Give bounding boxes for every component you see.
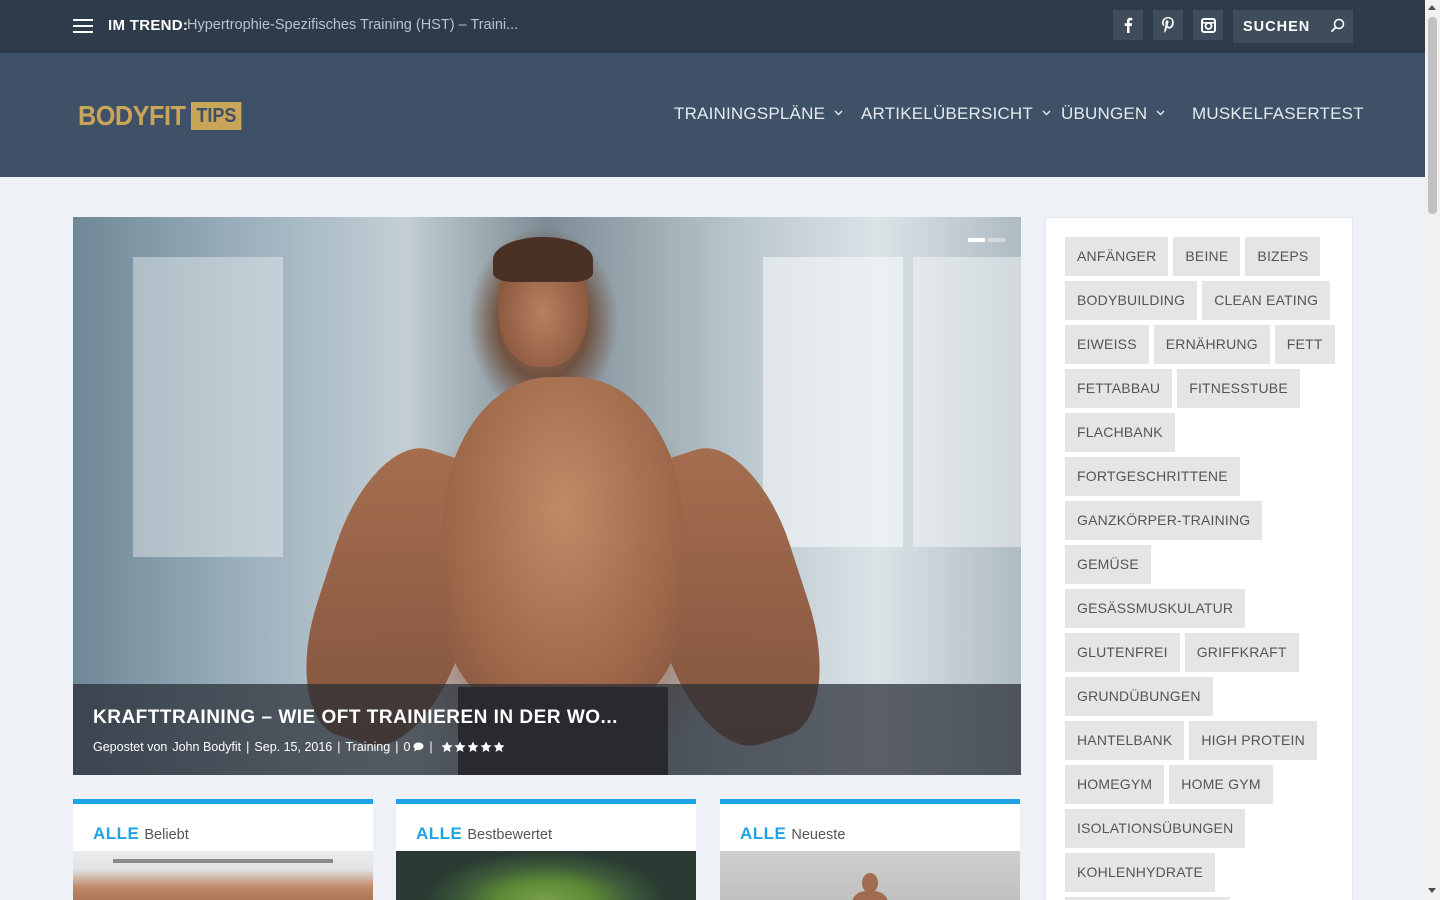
author-link[interactable]: John Bodyfit	[172, 740, 241, 754]
tag-link[interactable]: CLEAN EATING	[1202, 281, 1331, 320]
page-scrollbar[interactable]	[1425, 0, 1440, 900]
tag-link[interactable]: BIZEPS	[1245, 237, 1321, 276]
tag-link[interactable]: FITNESSTUBE	[1177, 369, 1300, 408]
chevron-down-icon	[1156, 110, 1165, 115]
tag-link[interactable]: GEMÜSE	[1065, 545, 1151, 584]
nav-item-uebungen[interactable]: ÜBUNGEN	[1061, 104, 1165, 124]
post-thumbnail[interactable]	[73, 851, 373, 900]
tag-link[interactable]: HIGH PROTEIN	[1189, 721, 1317, 760]
tab-all[interactable]: ALLE	[740, 824, 786, 844]
star-icon	[493, 741, 505, 752]
tag-link[interactable]: FETT	[1274, 325, 1335, 364]
rating-stars	[441, 741, 505, 753]
tag-link[interactable]: ANFÄNGER	[1065, 237, 1169, 276]
slider-dot[interactable]	[968, 238, 985, 242]
slider-dot[interactable]	[988, 238, 1005, 242]
trend-link[interactable]: Hypertrophie-Spezifisches Training (HST)…	[187, 17, 518, 33]
scroll-down-arrow[interactable]	[1428, 888, 1436, 893]
tab-bestbewertet[interactable]: Bestbewertet	[467, 827, 552, 843]
search-box	[1233, 10, 1353, 43]
tag-link[interactable]: GANZKÖRPER-TRAINING	[1065, 501, 1263, 540]
nav-item-artikeluebersicht[interactable]: ARTIKELÜBERSICHT	[861, 104, 1051, 124]
pinterest-button[interactable]	[1153, 10, 1183, 40]
comment-count: 0	[403, 740, 411, 754]
star-icon	[441, 741, 453, 752]
tab-all[interactable]: ALLE	[93, 824, 139, 844]
chevron-down-icon	[1042, 110, 1051, 115]
tag-link[interactable]: BODYBUILDING	[1065, 281, 1198, 320]
instagram-button[interactable]	[1193, 10, 1223, 40]
tag-list: ANFÄNGER BEINE BIZEPS BODYBUILDING CLEAN EAT…	[1065, 237, 1340, 900]
trend-label: IM TREND:	[108, 17, 189, 34]
post-date: Sep. 15, 2016	[254, 740, 333, 754]
nav-label: MUSKELFASERTEST	[1192, 104, 1364, 123]
top-bar: IM TREND: Hypertrophie-Spezifisches Trai…	[0, 0, 1425, 53]
tab-panel-beliebt: ALLE Beliebt	[73, 799, 373, 900]
facebook-icon	[1124, 17, 1133, 33]
comment-icon	[413, 742, 424, 752]
slide-title-link[interactable]: KRAFTTRAINING – WIE OFT TRAINIEREN IN DE…	[93, 707, 618, 729]
tag-link[interactable]: KOHLENHYDRATE	[1065, 853, 1216, 892]
nav-label: ÜBUNGEN	[1061, 104, 1148, 123]
category-link[interactable]: Training	[346, 740, 391, 754]
site-header: BODYFIT TIPS TRAININGSPLÄNE ARTIKELÜBERS…	[0, 53, 1425, 177]
scroll-up-arrow[interactable]	[1428, 5, 1436, 10]
tag-link[interactable]: HANTELBANK	[1065, 721, 1185, 760]
chevron-down-icon	[834, 110, 843, 115]
tag-link[interactable]: GRIFFKRAFT	[1184, 633, 1299, 672]
nav-label: TRAININGSPLÄNE	[674, 104, 826, 123]
tag-link[interactable]: GRUNDÜBUNGEN	[1065, 677, 1213, 716]
post-meta: Gepostet von John Bodyfit | Sep. 15, 201…	[93, 740, 505, 754]
search-icon[interactable]	[1330, 18, 1345, 33]
post-thumbnail[interactable]	[720, 851, 1020, 900]
tag-link[interactable]: ISOLATIONSÜBUNGEN	[1065, 809, 1246, 848]
tab-beliebt[interactable]: Beliebt	[144, 827, 188, 843]
nav-item-muskelfasertest[interactable]: MUSKELFASERTEST	[1192, 104, 1364, 124]
nav-label: ARTIKELÜBERSICHT	[861, 104, 1033, 123]
featured-slider[interactable]: KRAFTTRAINING – WIE OFT TRAINIEREN IN DE…	[73, 217, 1021, 775]
tag-link[interactable]: FLACHBANK	[1065, 413, 1175, 452]
tab-all[interactable]: ALLE	[416, 824, 462, 844]
star-icon	[454, 741, 466, 752]
tag-link[interactable]: GESÄSSMUSKULATUR	[1065, 589, 1246, 628]
star-icon	[467, 741, 479, 752]
meta-prefix: Gepostet von	[93, 740, 168, 754]
tag-link[interactable]: FETTABBAU	[1065, 369, 1173, 408]
tab-panel-neueste: ALLE Neueste	[720, 799, 1020, 900]
comments-link[interactable]: 0	[403, 740, 424, 754]
scroll-thumb[interactable]	[1428, 17, 1437, 214]
tag-link[interactable]: EIWEISS	[1065, 325, 1149, 364]
logo-tips-badge: TIPS	[191, 102, 243, 130]
tag-link[interactable]: HOME GYM	[1169, 765, 1273, 804]
menu-icon[interactable]	[73, 19, 93, 33]
tag-link[interactable]: GLUTENFREI	[1065, 633, 1180, 672]
tag-link[interactable]: FORTGESCHRITTENE	[1065, 457, 1240, 496]
slider-pagination	[968, 238, 1005, 242]
tab-panel-bestbewertet: ALLE Bestbewertet	[396, 799, 696, 900]
tab-neueste[interactable]: Neueste	[791, 827, 845, 843]
slide-caption: KRAFTTRAINING – WIE OFT TRAINIEREN IN DE…	[73, 684, 1021, 775]
nav-item-trainingsplaene[interactable]: TRAININGSPLÄNE	[674, 104, 843, 124]
instagram-icon	[1200, 17, 1216, 33]
sidebar-tag-cloud: ANFÄNGER BEINE BIZEPS BODYBUILDING CLEAN EAT…	[1045, 217, 1353, 900]
facebook-button[interactable]	[1113, 10, 1143, 40]
tag-link[interactable]: BEINE	[1173, 237, 1241, 276]
tag-link[interactable]: ERNÄHRUNG	[1153, 325, 1270, 364]
site-logo[interactable]: BODYFIT TIPS	[78, 101, 248, 131]
tag-link[interactable]: HOMEGYM	[1065, 765, 1165, 804]
star-icon	[480, 741, 492, 752]
pinterest-icon	[1162, 17, 1174, 33]
post-thumbnail[interactable]	[396, 851, 696, 900]
logo-wordmark: BODYFIT	[78, 100, 186, 131]
